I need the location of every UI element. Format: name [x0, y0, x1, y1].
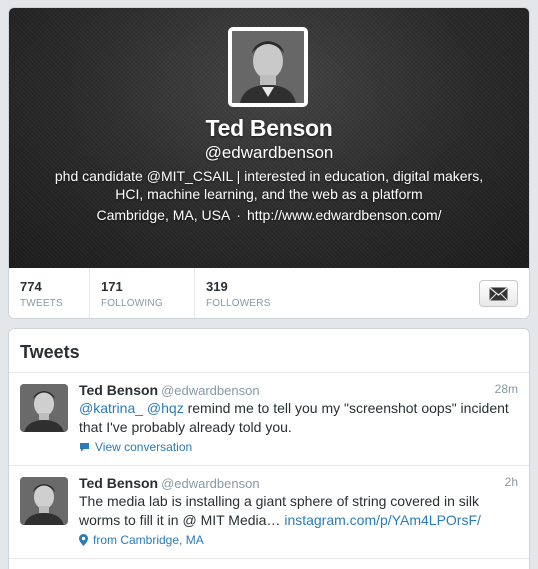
profile-avatar[interactable]: [228, 27, 308, 107]
tweets-card: Tweets Ted Benson @edwardbenson 28m @katr…: [9, 329, 529, 569]
profile-card: Ted Benson @edwardbenson phd candidate @…: [9, 8, 529, 318]
profile-photo: [232, 31, 304, 103]
tweet-body: remind me to tell you my "screenshot oop…: [79, 400, 509, 435]
stats-bar: 774 TWEETS 171 FOLLOWING 319 FOLLOWERS: [9, 268, 529, 318]
tweet-text: @katrina_ @hqz remind me to tell you my …: [79, 399, 519, 437]
stat-following[interactable]: 171 FOLLOWING: [90, 268, 195, 318]
tweet-avatar[interactable]: [20, 384, 68, 432]
envelope-icon: [489, 286, 508, 300]
profile-location-line: Cambridge, MA, USA · http://www.edwardbens…: [9, 207, 529, 223]
direct-message-button[interactable]: [479, 280, 518, 307]
stat-following-count: 171: [101, 279, 123, 294]
tweet-location-label: from Cambridge, MA: [93, 533, 204, 547]
tweet-location-link[interactable]: from Cambridge, MA: [79, 533, 204, 547]
stat-tweets-count: 774: [20, 279, 42, 294]
profile-bio: phd candidate @MIT_CSAIL | interested in…: [54, 168, 484, 202]
location-pin-icon: [79, 534, 88, 546]
tweet-timestamp[interactable]: 2h: [505, 475, 518, 489]
stat-tweets-label: TWEETS: [20, 298, 63, 309]
tweet-fullname: Ted Benson: [79, 382, 159, 398]
view-conversation-label: View conversation: [95, 440, 193, 454]
mention-link[interactable]: @katrina_: [79, 400, 143, 416]
mention-link[interactable]: @hqz: [147, 400, 184, 416]
profile-name: Ted Benson: [205, 115, 333, 141]
location-separator: ·: [236, 207, 241, 223]
stat-tweets[interactable]: 774 TWEETS: [9, 268, 90, 318]
profile-location: Cambridge, MA, USA: [96, 207, 231, 223]
stat-followers-count: 319: [206, 279, 228, 294]
tweet-timestamp[interactable]: 28m: [495, 382, 518, 396]
instagram-link[interactable]: instagram.com/p/YAm4LPOrsF/: [284, 512, 481, 528]
stat-following-label: FOLLOWING: [101, 298, 163, 309]
stat-followers-label: FOLLOWERS: [206, 298, 271, 309]
tweet-screen-name: @edwardbenson: [161, 383, 260, 398]
profile-url[interactable]: http://www.edwardbenson.com/: [247, 207, 442, 223]
tweet-author[interactable]: Ted Benson @edwardbenson: [79, 382, 260, 398]
stat-followers[interactable]: 319 FOLLOWERS: [195, 268, 303, 318]
tweet-screen-name: @edwardbenson: [161, 476, 260, 491]
view-conversation-link[interactable]: View conversation: [79, 440, 192, 454]
tweet-item[interactable]: Ted Benson @edwardbenson 2h The media lab…: [9, 466, 529, 559]
speech-bubble-icon: [80, 443, 89, 452]
profile-handle: @edwardbenson: [204, 143, 334, 162]
tweet-fullname: Ted Benson: [79, 475, 159, 491]
tweet-avatar-photo: [20, 384, 68, 432]
tweet-author[interactable]: Ted Benson @edwardbenson: [79, 475, 260, 491]
tweets-heading: Tweets: [9, 329, 529, 373]
tweet-text: The media lab is installing a giant sphe…: [79, 492, 519, 530]
tweet-avatar[interactable]: [20, 477, 68, 525]
tweet-item[interactable]: Ted Benson @edwardbenson 28m @katrina_ @h…: [9, 373, 529, 466]
tweet-avatar-photo: [20, 477, 68, 525]
profile-header: Ted Benson @edwardbenson phd candidate @…: [9, 8, 529, 268]
